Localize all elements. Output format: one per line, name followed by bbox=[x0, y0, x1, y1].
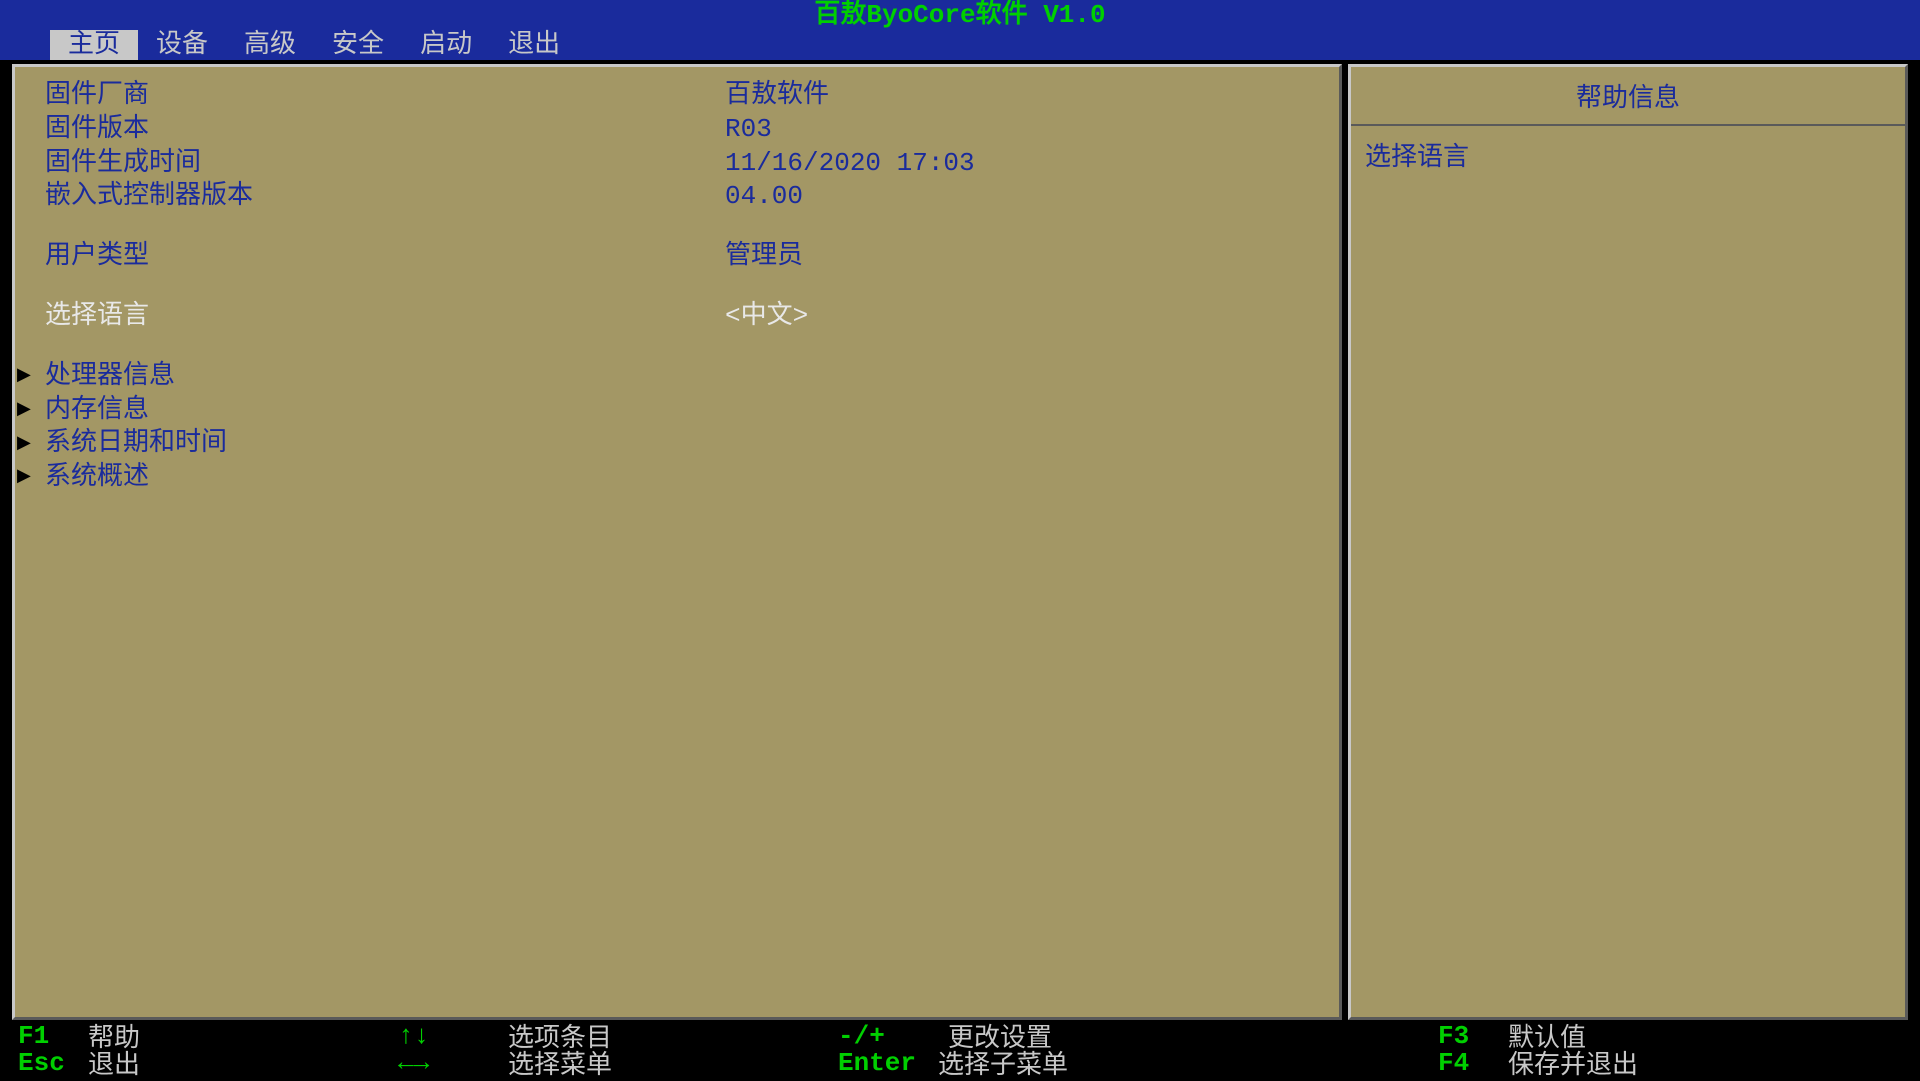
triangle-right-icon: ▶ bbox=[17, 365, 45, 388]
menu-tab-security[interactable]: 安全 bbox=[314, 30, 402, 60]
content-panel: 固件厂商 百敖软件 固件版本 R03 固件生成时间 11/16/2020 17:… bbox=[12, 64, 1342, 1020]
submenu-memory-info[interactable]: ▶ 内存信息 bbox=[17, 394, 1309, 428]
setting-language[interactable]: 选择语言 <中文> bbox=[45, 300, 1309, 334]
hotkey-label: 选择子菜单 bbox=[938, 1044, 1068, 1081]
submenu-system-overview[interactable]: ▶ 系统概述 bbox=[17, 461, 1309, 495]
hotkey-key: Enter bbox=[838, 1048, 938, 1078]
help-title: 帮助信息 bbox=[1351, 67, 1905, 126]
info-value: 04.00 bbox=[725, 180, 1309, 214]
hotkey-key: F1 bbox=[18, 1021, 88, 1051]
app-title: 百敖ByoCore软件 V1.0 bbox=[814, 0, 1105, 30]
info-label: 嵌入式控制器版本 bbox=[45, 180, 725, 214]
menu-bar: 主页 设备 高级 安全 启动 退出 bbox=[0, 30, 1920, 60]
info-row-usertype: 用户类型 管理员 bbox=[45, 240, 1309, 274]
main-area: 固件厂商 百敖软件 固件版本 R03 固件生成时间 11/16/2020 17:… bbox=[0, 60, 1920, 1020]
menu-tab-boot[interactable]: 启动 bbox=[402, 30, 490, 60]
info-row-buildtime: 固件生成时间 11/16/2020 17:03 bbox=[45, 147, 1309, 181]
hotkey-key: Esc bbox=[18, 1048, 88, 1078]
hotkey-select-menu: ←→ 选择菜单 bbox=[398, 1049, 838, 1076]
triangle-right-icon: ▶ bbox=[17, 399, 45, 422]
triangle-right-icon: ▶ bbox=[17, 466, 45, 489]
hotkey-exit: Esc 退出 bbox=[18, 1049, 398, 1076]
footer-bar: F1 帮助 Esc 退出 ↑↓ 选项条目 ←→ 选择菜单 -/+ 更改设置 En… bbox=[0, 1020, 1920, 1076]
submenu-label: 系统日期和时间 bbox=[45, 427, 227, 461]
info-row-vendor: 固件厂商 百敖软件 bbox=[45, 79, 1309, 113]
info-value: 管理员 bbox=[725, 240, 1309, 274]
help-body: 选择语言 bbox=[1351, 126, 1905, 183]
hotkey-label: 选择菜单 bbox=[508, 1044, 612, 1081]
plusminus-icon: -/+ bbox=[838, 1021, 948, 1051]
hotkey-key: F4 bbox=[1438, 1048, 1508, 1078]
triangle-right-icon: ▶ bbox=[17, 433, 45, 456]
hotkey-select-item: ↑↓ 选项条目 bbox=[398, 1022, 838, 1049]
menu-tab-advanced[interactable]: 高级 bbox=[226, 30, 314, 60]
info-label: 用户类型 bbox=[45, 240, 725, 274]
menu-tab-main[interactable]: 主页 bbox=[50, 30, 138, 60]
menu-tab-exit[interactable]: 退出 bbox=[490, 30, 578, 60]
submenu-cpu-info[interactable]: ▶ 处理器信息 bbox=[17, 360, 1309, 394]
info-row-version: 固件版本 R03 bbox=[45, 113, 1309, 147]
setting-label: 选择语言 bbox=[45, 300, 725, 334]
info-row-ecversion: 嵌入式控制器版本 04.00 bbox=[45, 180, 1309, 214]
info-value: R03 bbox=[725, 113, 1309, 147]
title-bar: 百敖ByoCore软件 V1.0 bbox=[0, 0, 1920, 30]
info-value: 百敖软件 bbox=[725, 79, 1309, 113]
arrows-leftright-icon: ←→ bbox=[398, 1048, 508, 1078]
hotkey-key: F3 bbox=[1438, 1021, 1508, 1051]
info-value: 11/16/2020 17:03 bbox=[725, 147, 1309, 181]
hotkey-help: F1 帮助 bbox=[18, 1022, 398, 1049]
submenu-label: 系统概述 bbox=[45, 461, 149, 495]
help-panel: 帮助信息 选择语言 bbox=[1348, 64, 1908, 1020]
menu-tab-devices[interactable]: 设备 bbox=[138, 30, 226, 60]
submenu-label: 内存信息 bbox=[45, 394, 149, 428]
hotkey-change-value: -/+ 更改设置 bbox=[838, 1022, 1438, 1049]
hotkey-label: 退出 bbox=[88, 1044, 140, 1081]
info-label: 固件厂商 bbox=[45, 79, 725, 113]
hotkey-save-exit: F4 保存并退出 bbox=[1438, 1049, 1920, 1076]
setting-value: <中文> bbox=[725, 300, 1309, 334]
info-label: 固件生成时间 bbox=[45, 147, 725, 181]
submenu-label: 处理器信息 bbox=[45, 360, 175, 394]
submenu-datetime[interactable]: ▶ 系统日期和时间 bbox=[17, 427, 1309, 461]
hotkey-label: 保存并退出 bbox=[1508, 1044, 1638, 1081]
hotkey-enter-submenu: Enter 选择子菜单 bbox=[838, 1049, 1438, 1076]
info-label: 固件版本 bbox=[45, 113, 725, 147]
arrows-updown-icon: ↑↓ bbox=[398, 1021, 508, 1051]
